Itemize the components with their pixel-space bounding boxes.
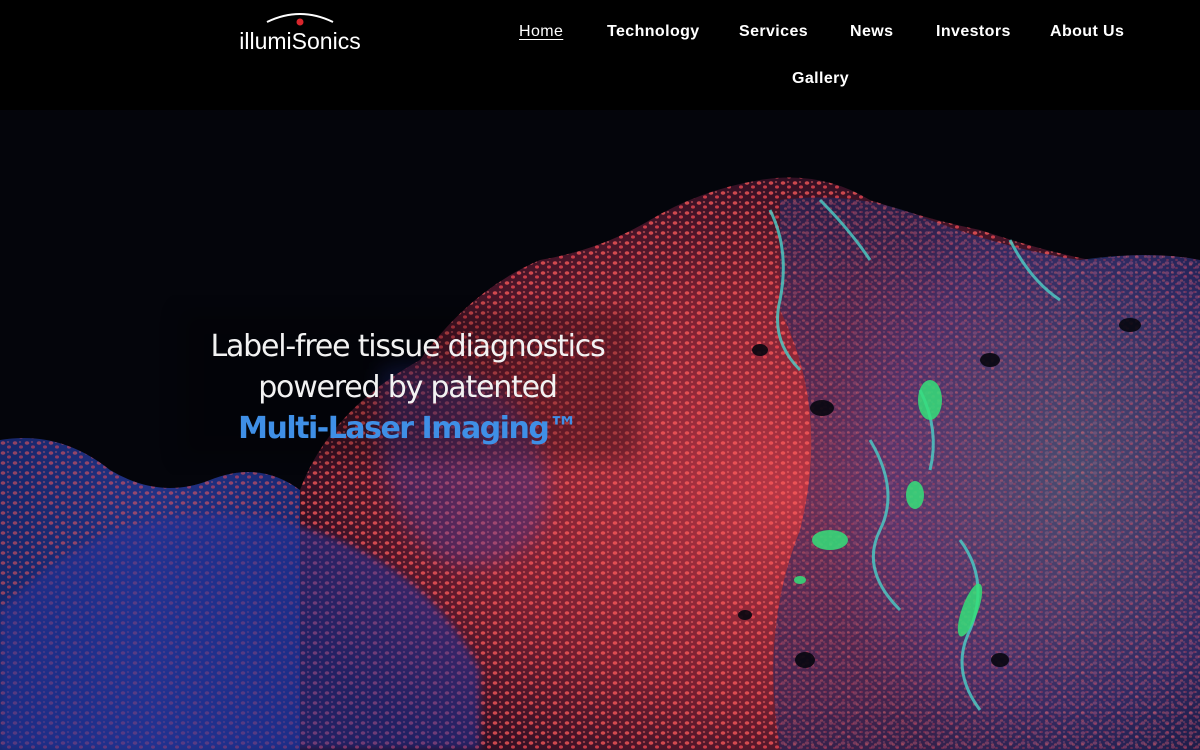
nav-about-us[interactable]: About Us	[1050, 23, 1124, 41]
hero-section: Label-free tissue diagnostics powered by…	[0, 110, 1200, 750]
hero-headline: Label-free tissue diagnostics powered by…	[185, 326, 630, 449]
nav-investors[interactable]: Investors	[936, 23, 1011, 41]
logo-text: illumiSonics	[239, 28, 360, 54]
main-nav: Home Technology Services News Investors …	[500, 14, 1150, 104]
nav-gallery[interactable]: Gallery	[792, 70, 849, 88]
nav-news[interactable]: News	[850, 23, 893, 41]
nav-services[interactable]: Services	[739, 23, 808, 41]
nav-home[interactable]: Home	[519, 23, 563, 41]
hero-line-1: Label-free tissue diagnostics	[210, 329, 605, 364]
nav-technology[interactable]: Technology	[607, 23, 700, 41]
page: illumiSonics Home Technology Services Ne…	[0, 0, 1200, 750]
logo-arc-icon: illumiSonics	[239, 13, 361, 54]
hero-line-2: powered by patented	[258, 370, 558, 405]
site-header: illumiSonics Home Technology Services Ne…	[0, 0, 1200, 110]
hero-line-3-accent: Multi-Laser Imaging™	[238, 411, 578, 446]
illumisonics-logo[interactable]: illumiSonics	[230, 8, 370, 56]
